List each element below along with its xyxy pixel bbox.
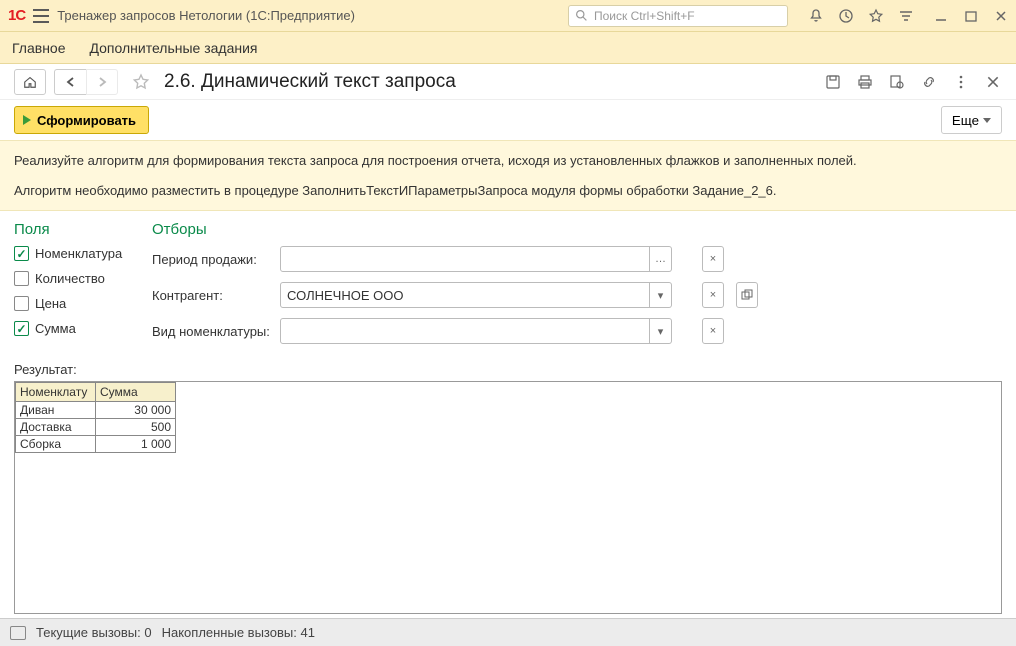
result-label: Результат:	[14, 362, 1002, 377]
counterparty-dropdown-button[interactable]: ▾	[650, 282, 672, 308]
field-label-1: Количество	[35, 271, 105, 286]
table-row[interactable]: Доставка500	[16, 419, 176, 436]
more-button[interactable]: Еще	[941, 106, 1002, 134]
filters-column: Отборы Период продажи: … × Контрагент: С…	[152, 221, 1002, 354]
window-title: Тренажер запросов Нетологии (1С:Предприя…	[57, 8, 560, 23]
preview-icon[interactable]	[888, 73, 906, 91]
more-button-label: Еще	[952, 113, 979, 128]
menubar: Главное Дополнительные задания	[0, 32, 1016, 64]
filters-header: Отборы	[152, 221, 1002, 238]
maximize-button[interactable]	[964, 9, 978, 23]
save-icon[interactable]	[824, 73, 842, 91]
table-row[interactable]: Сборка1 000	[16, 436, 176, 453]
instruction-line-1: Реализуйте алгоритм для формирования тек…	[14, 151, 1002, 171]
cell-name-0: Диван	[16, 402, 96, 419]
table-row[interactable]: Диван30 000	[16, 402, 176, 419]
filter-counterparty-value: СОЛНЕЧНОЕ ООО	[287, 288, 643, 303]
statusbar: Текущие вызовы: 0 Накопленные вызовы: 41	[0, 618, 1016, 646]
chevron-down-icon	[983, 118, 991, 123]
filter-counterparty-input[interactable]: СОЛНЕЧНОЕ ООО	[280, 282, 650, 308]
filter-counterparty-row: Контрагент: СОЛНЕЧНОЕ ООО ▾ ×	[152, 282, 1002, 308]
close-button[interactable]	[994, 9, 1008, 23]
field-checkbox-1[interactable]	[14, 271, 29, 286]
period-clear-button[interactable]: ×	[702, 246, 724, 272]
form-button-label: Сформировать	[37, 113, 136, 128]
minimize-button[interactable]	[934, 9, 948, 23]
menu-lines-icon[interactable]	[898, 8, 914, 24]
field-checkbox-2[interactable]	[14, 296, 29, 311]
page-title: 2.6. Динамический текст запроса	[164, 71, 816, 93]
instructions-panel: Реализуйте алгоритм для формирования тек…	[0, 140, 1016, 211]
nomenclature-type-clear-button[interactable]: ×	[702, 318, 724, 344]
result-table: НоменклатуСумма Диван30 000Доставка500Сб…	[15, 382, 176, 453]
filter-period-label: Период продажи:	[152, 252, 272, 267]
cell-name-2: Сборка	[16, 436, 96, 453]
field-checkbox-3[interactable]	[14, 321, 29, 336]
status-icon[interactable]	[10, 626, 26, 640]
page-header: 2.6. Динамический текст запроса	[0, 64, 1016, 100]
search-input[interactable]: Поиск Ctrl+Shift+F	[568, 5, 788, 27]
back-button[interactable]	[54, 69, 86, 95]
favorite-star-icon[interactable]	[132, 73, 150, 91]
cell-sum-2: 1 000	[96, 436, 176, 453]
field-label-3: Сумма	[35, 321, 76, 336]
table-header-1[interactable]: Сумма	[96, 383, 176, 402]
menu-extra[interactable]: Дополнительные задания	[90, 40, 258, 56]
form-button[interactable]: Сформировать	[14, 106, 149, 134]
play-icon	[23, 115, 31, 125]
forward-button[interactable]	[86, 69, 118, 95]
titlebar: 1C Тренажер запросов Нетологии (1С:Предп…	[0, 0, 1016, 32]
cell-name-1: Доставка	[16, 419, 96, 436]
filter-nomenclature-type-input[interactable]	[280, 318, 650, 344]
instruction-line-2: Алгоритм необходимо разместить в процеду…	[14, 181, 1002, 201]
result-table-container[interactable]: НоменклатуСумма Диван30 000Доставка500Сб…	[14, 381, 1002, 614]
status-accumulated-calls: Накопленные вызовы: 41	[162, 625, 315, 640]
field-row-1: Количество	[14, 271, 134, 286]
logo-1c: 1C	[8, 7, 25, 24]
more-menu-icon[interactable]	[952, 73, 970, 91]
result-area: Результат: НоменклатуСумма Диван30 000До…	[0, 358, 1016, 618]
history-icon[interactable]	[838, 8, 854, 24]
star-icon[interactable]	[868, 8, 884, 24]
field-label-0: Номенклатура	[35, 246, 122, 261]
field-checkbox-0[interactable]	[14, 246, 29, 261]
fields-column: Поля Номенклатура Количество Цена Сумма	[14, 221, 134, 354]
print-icon[interactable]	[856, 73, 874, 91]
close-tab-icon[interactable]	[984, 73, 1002, 91]
filter-counterparty-label: Контрагент:	[152, 288, 272, 303]
cell-sum-1: 500	[96, 419, 176, 436]
hamburger-icon[interactable]	[33, 9, 49, 23]
field-row-0: Номенклатура	[14, 246, 134, 261]
search-icon	[575, 9, 588, 22]
menu-main[interactable]: Главное	[12, 40, 66, 56]
action-bar: Сформировать Еще	[0, 100, 1016, 140]
cell-sum-0: 30 000	[96, 402, 176, 419]
home-button[interactable]	[14, 69, 46, 95]
filter-nomenclature-type-row: Вид номенклатуры: ▾ ×	[152, 318, 1002, 344]
field-row-3: Сумма	[14, 321, 134, 336]
filter-nomenclature-type-label: Вид номенклатуры:	[152, 324, 272, 339]
field-label-2: Цена	[35, 296, 66, 311]
main-content: Поля Номенклатура Количество Цена Сумма Отб…	[0, 211, 1016, 358]
period-ellipsis-button[interactable]: …	[650, 246, 672, 272]
search-placeholder: Поиск Ctrl+Shift+F	[594, 9, 695, 23]
counterparty-clear-button[interactable]: ×	[702, 282, 724, 308]
link-icon[interactable]	[920, 73, 938, 91]
fields-header: Поля	[14, 221, 134, 238]
field-row-2: Цена	[14, 296, 134, 311]
table-header-0[interactable]: Номенклату	[16, 383, 96, 402]
status-current-calls: Текущие вызовы: 0	[36, 625, 152, 640]
filter-period-row: Период продажи: … ×	[152, 246, 1002, 272]
filter-period-input[interactable]	[280, 246, 650, 272]
bell-icon[interactable]	[808, 8, 824, 24]
counterparty-open-button[interactable]	[736, 282, 758, 308]
nomenclature-type-dropdown-button[interactable]: ▾	[650, 318, 672, 344]
